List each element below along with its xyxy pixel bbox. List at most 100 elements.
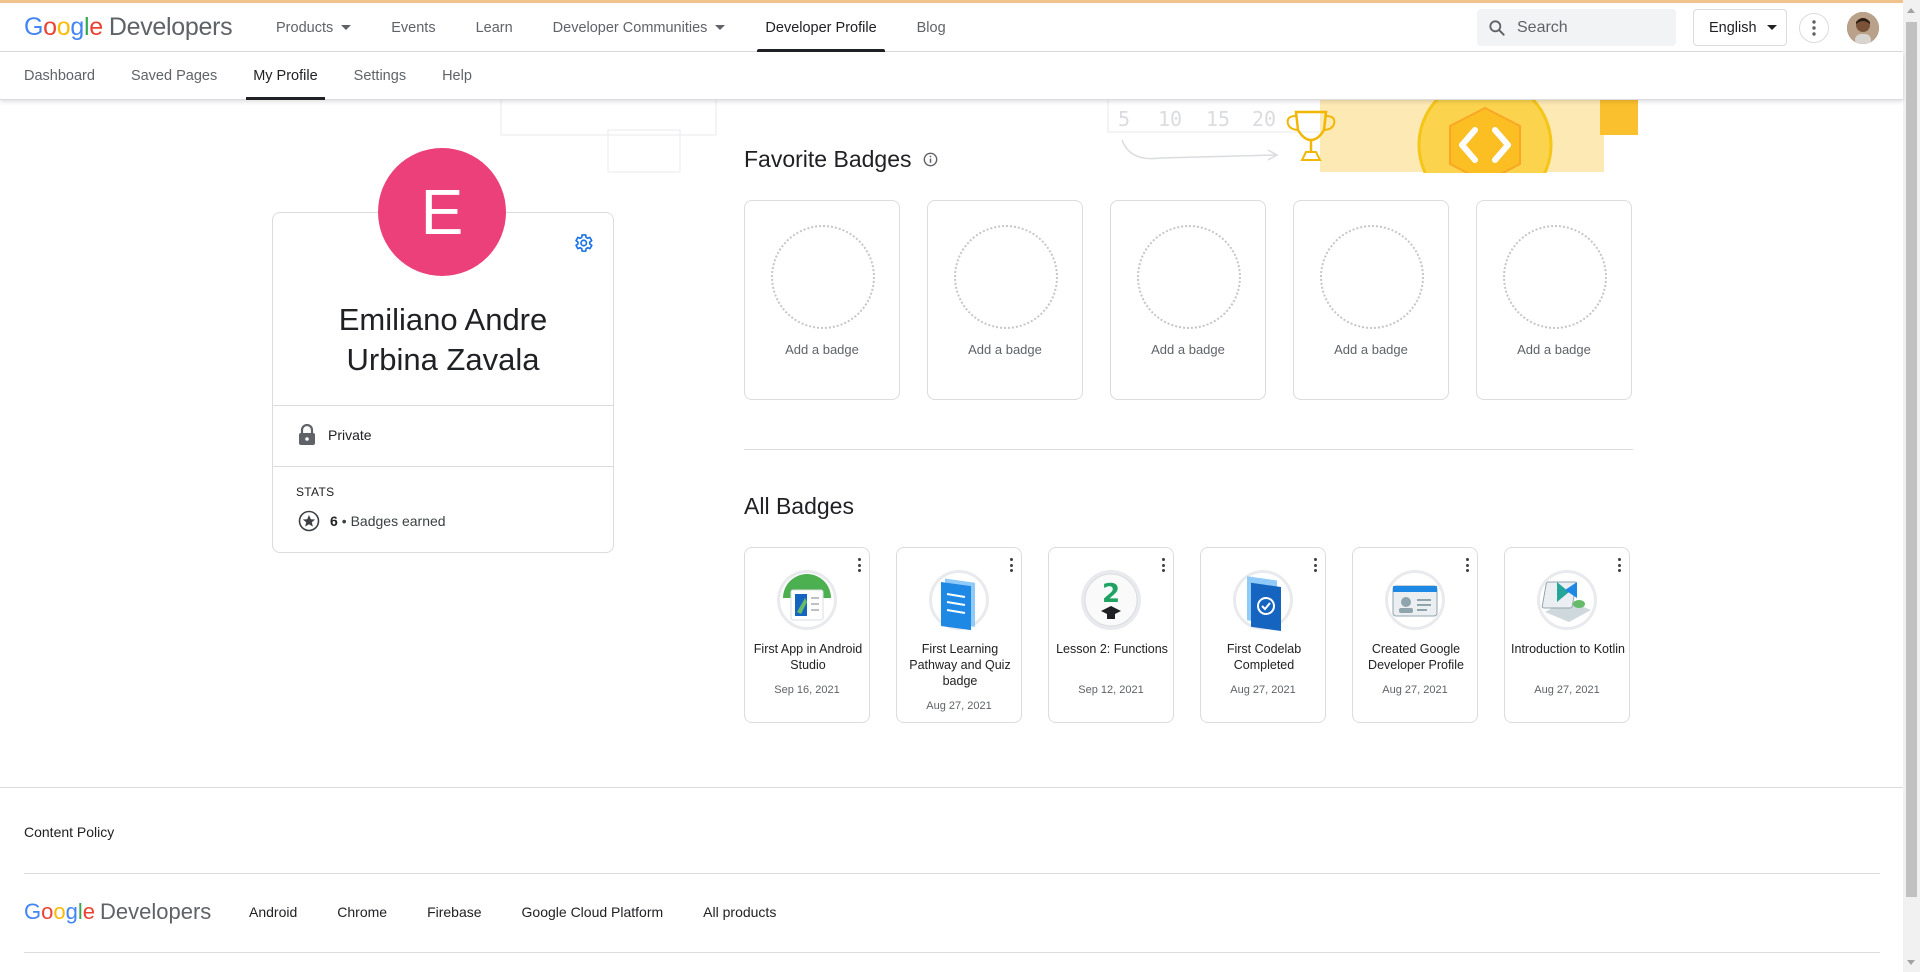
favorite-badges-title: Favorite Badges — [744, 146, 912, 172]
language-select[interactable]: English — [1693, 9, 1787, 46]
star-badge-icon — [298, 510, 320, 532]
more-options-button[interactable] — [1799, 13, 1829, 43]
profile-name-line1: Emiliano Andre — [338, 302, 548, 337]
badge-date: Sep 12, 2021 — [1078, 684, 1144, 696]
empty-badge-placeholder — [771, 225, 875, 329]
badge-title: First App in Android Studio — [753, 642, 863, 672]
divider — [273, 405, 613, 406]
scroll-down-arrow-icon[interactable] — [1907, 960, 1915, 965]
add-badge-label: Add a badge — [785, 342, 859, 357]
badge-card[interactable]: First Codelab Completed Aug 27, 2021 — [1200, 547, 1326, 723]
subnav-saved-pages[interactable]: Saved Pages — [119, 52, 229, 100]
badges-count: 6 — [330, 513, 338, 529]
profile-avatar: E — [378, 148, 506, 276]
footer-link-firebase[interactable]: Firebase — [427, 904, 481, 920]
badge-menu-button[interactable] — [1313, 558, 1317, 572]
add-badge-label: Add a badge — [1151, 342, 1225, 357]
all-badges-heading: All Badges — [744, 493, 854, 519]
empty-badge-placeholder — [1320, 225, 1424, 329]
empty-badge-placeholder — [954, 225, 1058, 329]
profile-sub-nav: Dashboard Saved Pages My Profile Setting… — [0, 52, 1903, 100]
badge-card[interactable]: Created Google Developer Profile Aug 27,… — [1352, 547, 1478, 723]
badge-date: Aug 27, 2021 — [1382, 684, 1448, 696]
subnav-dashboard[interactable]: Dashboard — [12, 52, 107, 100]
scrollbar-thumb[interactable] — [1906, 22, 1917, 897]
badge-menu-button[interactable] — [1617, 558, 1621, 572]
top-nav-label: Developer Communities — [552, 19, 708, 36]
footer-link-google-cloud-platform[interactable]: Google Cloud Platform — [522, 904, 664, 920]
favorite-badge-slot[interactable]: Add a badge — [1110, 200, 1266, 400]
badge-date: Sep 16, 2021 — [774, 684, 840, 696]
top-nav-products[interactable]: Products — [256, 3, 371, 52]
badges-earned-stat: 6 • Badges earned — [298, 510, 446, 532]
top-nav-blog[interactable]: Blog — [897, 3, 966, 52]
top-nav-developer-profile[interactable]: Developer Profile — [745, 3, 896, 52]
top-header: Google Developers Products Events Learn D… — [0, 3, 1903, 52]
badge-menu-button[interactable] — [857, 558, 861, 572]
badge-card[interactable]: 2 Lesson 2: Functions Sep 12, 2021 — [1048, 547, 1174, 723]
info-icon[interactable] — [923, 152, 938, 167]
footer-link-all-products[interactable]: All products — [703, 904, 776, 920]
top-nav-label: Developer Profile — [765, 19, 877, 36]
user-photo-icon — [1847, 12, 1879, 44]
footer-logo-developers-text: Developers — [100, 899, 212, 924]
subnav-label: Settings — [353, 68, 407, 84]
footer-divider — [24, 873, 1880, 874]
profile-name: Emiliano Andre Urbina Zavala — [272, 300, 614, 380]
favorite-badge-slot[interactable]: Add a badge — [1293, 200, 1449, 400]
empty-badge-placeholder — [1503, 225, 1607, 329]
gear-icon[interactable] — [572, 232, 594, 254]
badge-card[interactable]: Introduction to Kotlin Aug 27, 2021 — [1504, 547, 1630, 723]
badge-menu-button[interactable] — [1465, 558, 1469, 572]
footer-divider — [0, 787, 1903, 788]
badge-menu-button[interactable] — [1009, 558, 1013, 572]
badge-card[interactable]: First App in Android Studio Sep 16, 2021 — [744, 547, 870, 723]
empty-badge-placeholder — [1137, 225, 1241, 329]
section-divider — [744, 449, 1633, 450]
subnav-label: Saved Pages — [130, 68, 218, 84]
logo-developers-text: Developers — [108, 13, 233, 41]
page-scrollbar[interactable] — [1903, 0, 1920, 972]
top-nav: Products Events Learn Developer Communit… — [256, 3, 966, 52]
profile-banner-illustration: 5 10 15 20 — [500, 100, 1640, 173]
subnav-help[interactable]: Help — [430, 52, 484, 100]
subnav-settings[interactable]: Settings — [342, 52, 418, 100]
add-badge-label: Add a badge — [1334, 342, 1408, 357]
top-nav-events[interactable]: Events — [371, 3, 455, 52]
footer-link-chrome[interactable]: Chrome — [337, 904, 387, 920]
search-box[interactable] — [1477, 9, 1676, 46]
top-nav-developer-communities[interactable]: Developer Communities — [533, 3, 746, 52]
favorite-badge-slot[interactable]: Add a badge — [744, 200, 900, 400]
svg-text:2: 2 — [1102, 579, 1120, 609]
chevron-down-icon — [715, 25, 726, 30]
stats-title: STATS — [296, 485, 335, 499]
footer-links: Android Chrome Firebase Google Cloud Pla… — [249, 904, 816, 920]
lock-icon — [299, 424, 315, 445]
footer-google-developers-logo[interactable]: Google Developers — [24, 899, 211, 925]
content-policy-link[interactable]: Content Policy — [24, 824, 114, 840]
footer-link-android[interactable]: Android — [249, 904, 297, 920]
badge-title: Introduction to Kotlin — [1511, 642, 1625, 656]
banner-number: 20 — [1252, 107, 1276, 131]
language-label: English — [1709, 19, 1757, 36]
subnav-label: Dashboard — [24, 68, 95, 84]
banner-number: 10 — [1158, 107, 1182, 131]
search-input[interactable] — [1517, 18, 1667, 37]
kotlin-badge-icon — [1537, 570, 1597, 630]
badge-card[interactable]: First Learning Pathway and Quiz badge Au… — [896, 547, 1022, 723]
subnav-my-profile[interactable]: My Profile — [241, 52, 329, 100]
favorite-badges-heading: Favorite Badges — [744, 146, 938, 173]
codelab-badge-icon — [1233, 570, 1293, 632]
account-avatar[interactable] — [1847, 12, 1879, 44]
top-nav-learn[interactable]: Learn — [456, 3, 533, 52]
badge-menu-button[interactable] — [1161, 558, 1165, 572]
scroll-up-arrow-icon[interactable] — [1907, 8, 1915, 13]
badge-title: First Learning Pathway and Quiz badge — [909, 642, 1011, 688]
profile-name-line2: Urbina Zavala — [346, 342, 540, 377]
favorite-badge-slot[interactable]: Add a badge — [927, 200, 1083, 400]
privacy-label: Private — [328, 427, 372, 443]
top-nav-label: Products — [276, 19, 334, 36]
google-developers-logo[interactable]: Google Developers — [24, 13, 233, 42]
badge-date: Aug 27, 2021 — [1230, 684, 1296, 696]
favorite-badge-slot[interactable]: Add a badge — [1476, 200, 1632, 400]
